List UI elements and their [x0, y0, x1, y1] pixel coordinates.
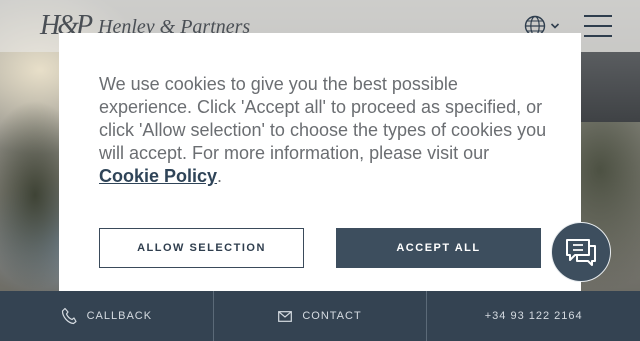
- hero-roof: [580, 52, 640, 122]
- chevron-down-icon: [550, 23, 560, 29]
- accept-all-button[interactable]: ACCEPT ALL: [336, 228, 541, 268]
- cookie-message: We use cookies to give you the best poss…: [99, 73, 549, 188]
- envelope-icon: [278, 310, 293, 322]
- contact-label: CONTACT: [302, 310, 362, 322]
- phone-number: +34 93 122 2164: [484, 310, 583, 322]
- phone-number-link[interactable]: +34 93 122 2164: [427, 291, 640, 341]
- cookie-consent-dialog: We use cookies to give you the best poss…: [59, 33, 581, 307]
- callback-link[interactable]: CALLBACK: [0, 291, 214, 341]
- chat-button[interactable]: [551, 222, 611, 282]
- callback-label: CALLBACK: [86, 310, 153, 322]
- footer-bar: CALLBACK CONTACT +34 93 122 2164: [0, 291, 640, 341]
- hamburger-menu-icon[interactable]: [584, 15, 612, 37]
- cookie-message-text: We use cookies to give you the best poss…: [99, 74, 547, 163]
- allow-selection-button[interactable]: ALLOW SELECTION: [99, 228, 304, 268]
- phone-icon: [61, 307, 77, 325]
- contact-link[interactable]: CONTACT: [214, 291, 428, 341]
- cookie-message-end: .: [217, 166, 223, 186]
- chat-bubbles-icon: [566, 239, 596, 266]
- cookie-policy-link[interactable]: Cookie Policy: [99, 166, 217, 186]
